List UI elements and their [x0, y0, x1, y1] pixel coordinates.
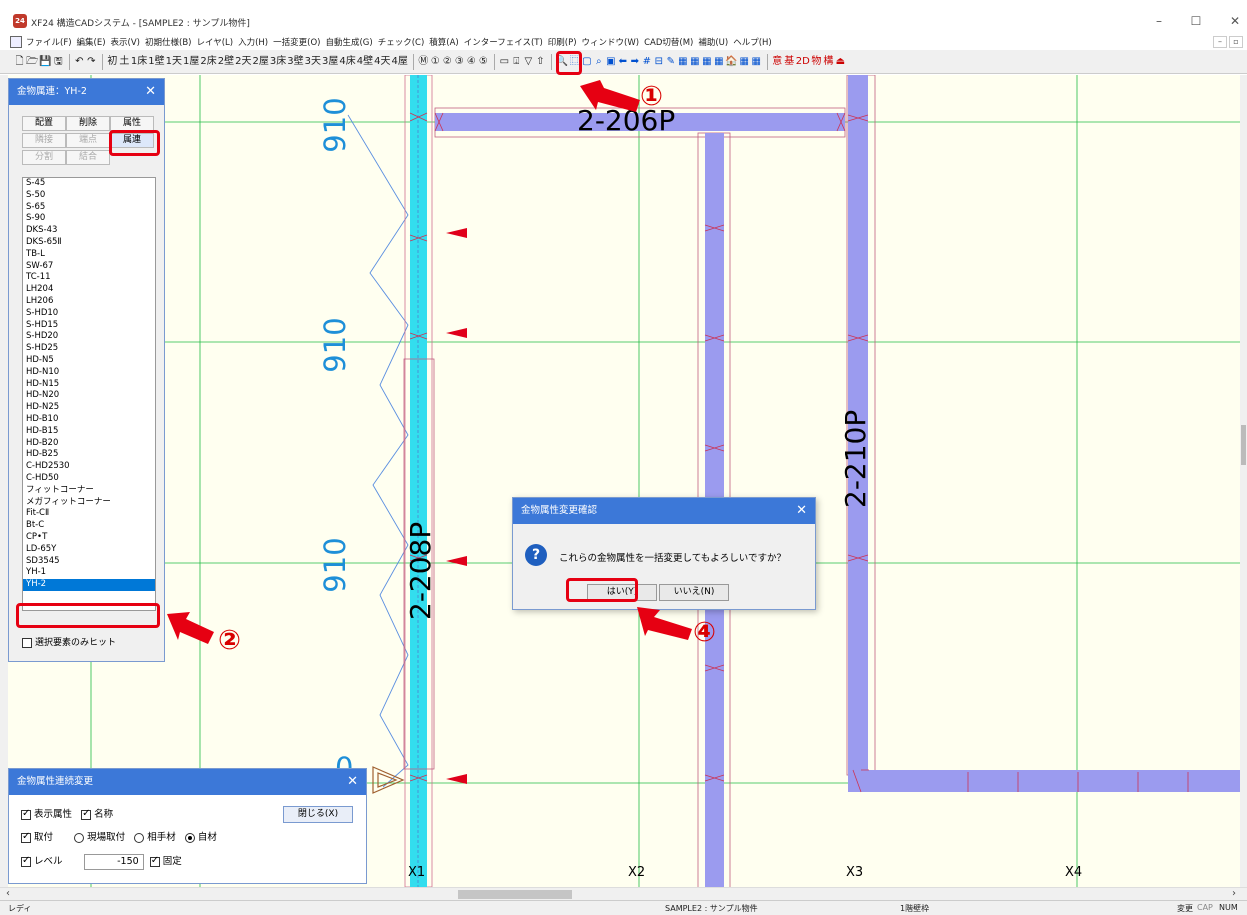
callout-arrows [167, 80, 692, 644]
callout-2: ② [218, 625, 241, 656]
status-flag-cap: CAP [1197, 903, 1213, 912]
scroll-left-icon[interactable]: ‹ [6, 888, 10, 900]
status-file: SAMPLE2 : サンプル物件 [665, 904, 758, 913]
status-flag-num: NUM [1219, 903, 1238, 912]
callout-1: ① [640, 81, 663, 112]
horizontal-scrollbar[interactable]: ‹ › [0, 887, 1247, 900]
status-ready: レディ [8, 904, 32, 913]
callout-4: ④ [693, 617, 716, 648]
horizontal-scroll-thumb[interactable] [458, 890, 572, 899]
status-layer: 1階壁枠 [900, 904, 930, 913]
scroll-right-icon[interactable]: › [1232, 888, 1236, 900]
status-flag-change: 変更 [1177, 904, 1193, 913]
status-bar: レディ SAMPLE2 : サンプル物件 1階壁枠 変更 CAP NUM [0, 900, 1247, 915]
